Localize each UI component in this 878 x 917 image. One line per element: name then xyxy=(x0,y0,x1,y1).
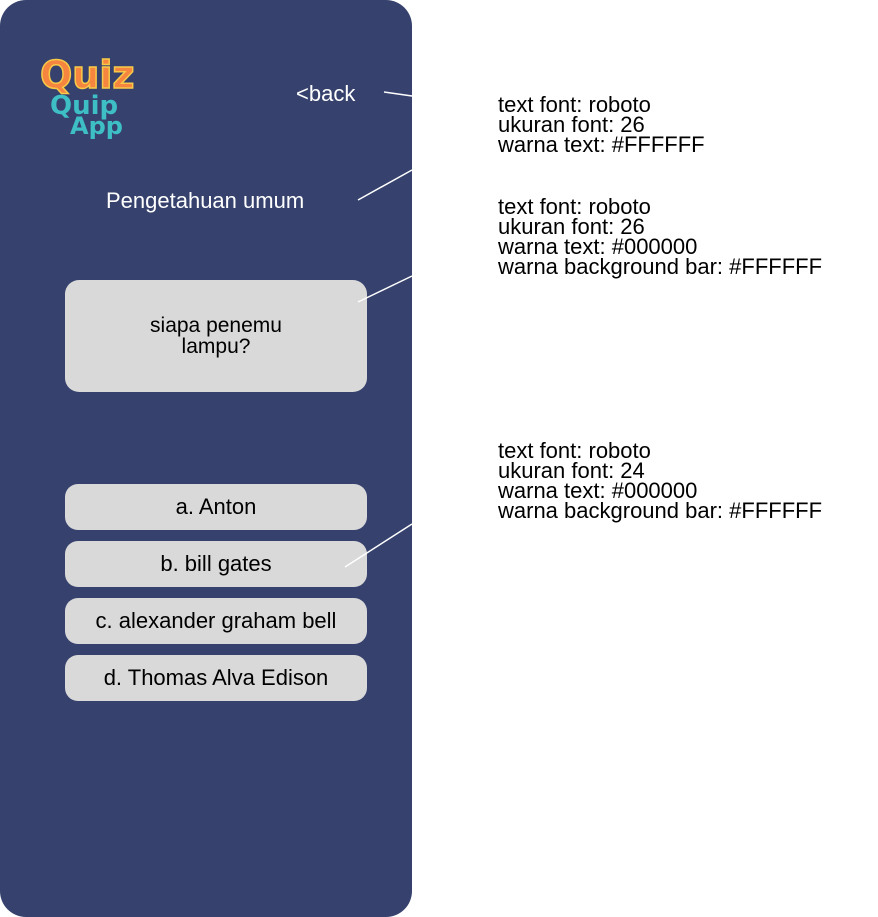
question-card: siapa penemu lampu? xyxy=(65,280,367,392)
answer-option-b[interactable]: b. bill gates xyxy=(65,541,367,587)
quiz-screen: Quiz Quip App <back Pengetahuan umum sia… xyxy=(0,0,412,917)
category-title: Pengetahuan umum xyxy=(106,188,305,213)
question-text: siapa penemu lampu? xyxy=(150,314,282,358)
svg-text:App: App xyxy=(70,112,123,140)
annotation-question-style: text font: roboto ukuran font: 26 warna … xyxy=(498,194,823,279)
answer-option-d[interactable]: d. Thomas Alva Edison xyxy=(65,655,367,701)
annotation-options-style: text font: roboto ukuran font: 24 warna … xyxy=(498,438,823,523)
quiz-quip-app-logo: Quiz Quip App xyxy=(39,52,135,140)
answer-option-a[interactable]: a. Anton xyxy=(65,484,367,530)
back-button[interactable]: <back xyxy=(296,80,355,108)
annotation-header-style: text font: roboto ukuran font: 26 warna … xyxy=(498,92,705,157)
answer-option-c[interactable]: c. alexander graham bell xyxy=(65,598,367,644)
